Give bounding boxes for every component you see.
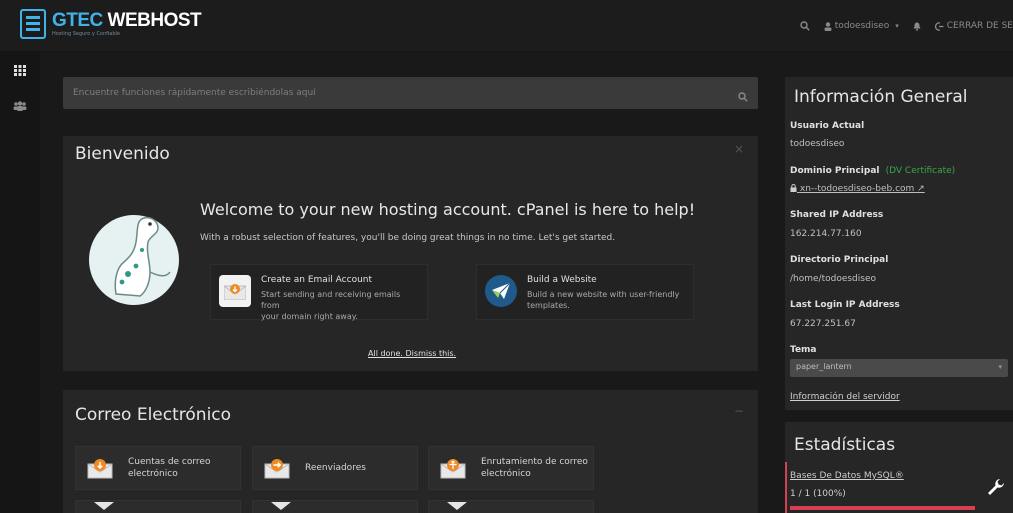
envelope-icon — [447, 502, 467, 512]
dinosaur-mascot — [88, 202, 180, 314]
mysql-databases-value: 1 / 1 (100%) — [790, 489, 846, 499]
chevron-down-icon: ▾ — [998, 363, 1002, 371]
email-tool-partial[interactable] — [75, 500, 241, 513]
tool-label: Enrutamiento de correo — [481, 457, 588, 467]
shared-ip-value: 162.214.77.160 — [790, 229, 862, 239]
bell-icon[interactable] — [913, 22, 921, 31]
home-directory-label: Directorio Principal — [790, 255, 889, 265]
grid-icon — [14, 64, 26, 76]
envelope-icon — [94, 502, 114, 512]
collapse-icon[interactable]: − — [734, 404, 744, 418]
mysql-usage-bar-fill — [790, 506, 975, 510]
brand-title-main: WEBHOST — [102, 10, 202, 31]
primary-domain-value[interactable]: xn--todoesdiseo-beb.com ↗ — [790, 184, 925, 194]
feature-search — [63, 77, 758, 109]
envelope-icon — [271, 502, 291, 512]
mysql-usage-bar — [790, 506, 975, 510]
shared-ip-label: Shared IP Address — [790, 210, 884, 220]
email-accounts-tool[interactable]: Cuentas de correo electrónico — [75, 446, 241, 490]
brand-logo[interactable]: GTEC WEBHOST Hosting Seguro y Confiable — [20, 9, 202, 39]
email-envelope-icon — [219, 275, 251, 307]
card-desc-line: Build a new website with user-friendly — [527, 290, 680, 299]
logout-label: CERRAR DE SE — [946, 21, 1013, 31]
brand-title-accent: GTEC — [52, 10, 103, 31]
paper-plane-icon — [485, 275, 517, 307]
lock-icon — [790, 184, 797, 192]
forwarders-tool[interactable]: Reenviadores — [252, 446, 418, 490]
theme-select[interactable]: paper_lantern ▾ — [790, 359, 1008, 377]
theme-label: Tema — [790, 345, 817, 355]
tool-label: electrónico — [128, 469, 178, 479]
card-desc-line: your domain right away. — [261, 312, 358, 321]
primary-domain-label-text: Dominio Principal — [790, 166, 880, 176]
dismiss-link[interactable]: All done. Dismiss this. — [368, 349, 456, 358]
card-desc-line: templates. — [527, 301, 570, 310]
top-navbar: GTEC WEBHOST Hosting Seguro y Confiable … — [0, 0, 1013, 52]
logout-button[interactable]: CERRAR DE SE — [934, 21, 1013, 31]
card-description: Build a new website with user-friendly te… — [527, 289, 679, 311]
primary-domain-label: Dominio Principal (DV Certificate) — [790, 166, 955, 176]
envelope-forward-icon — [261, 452, 293, 484]
email-tool-partial[interactable] — [252, 500, 418, 513]
welcome-headline: Welcome to your new hosting account. cPa… — [200, 200, 696, 219]
build-website-card[interactable]: Build a Website Build a new website with… — [476, 264, 694, 320]
domain-link[interactable]: xn--todoesdiseo-beb.com — [800, 184, 914, 194]
card-desc-line: Start sending and receiving emails from — [261, 290, 401, 310]
user-icon — [824, 21, 832, 31]
grid-view-button[interactable] — [0, 52, 40, 88]
server-info-link[interactable]: Información del servidor — [790, 392, 900, 402]
logout-icon — [934, 21, 944, 31]
email-tool-partial[interactable] — [428, 500, 594, 513]
server-logo-icon — [20, 9, 46, 39]
envelope-download-icon — [84, 452, 116, 484]
welcome-subtext: With a robust selection of features, you… — [200, 233, 616, 243]
external-link-icon: ↗ — [917, 184, 925, 194]
home-directory-value: /home/todoesdiseo — [790, 274, 877, 284]
wrench-icon[interactable] — [986, 477, 1006, 501]
email-section-title: Correo Electrónico — [75, 405, 232, 425]
tool-label: Cuentas de correo — [128, 457, 211, 467]
statistics-title: Estadísticas — [794, 435, 896, 455]
last-login-ip-value: 67.227.251.67 — [790, 319, 856, 329]
statistics-panel: Estadísticas Bases De Datos MySQL® 1 / 1… — [785, 422, 1013, 513]
brand-subtitle: Hosting Seguro y Confiable — [52, 31, 121, 37]
user-menu[interactable]: todoesdiseo ▾ — [824, 21, 899, 31]
chevron-down-icon: ▾ — [895, 22, 899, 30]
left-sidebar — [0, 52, 40, 513]
tool-label: electrónico — [481, 469, 531, 479]
card-description: Start sending and receiving emails from y… — [261, 289, 419, 322]
general-info-title: Información General — [794, 87, 968, 107]
users-button[interactable] — [0, 88, 40, 124]
stat-alert-marker — [785, 462, 787, 513]
current-user-label: Usuario Actual — [790, 121, 865, 131]
create-email-card[interactable]: Create an Email Account Start sending an… — [210, 264, 428, 322]
mysql-databases-link[interactable]: Bases De Datos MySQL® — [790, 471, 904, 481]
email-routing-tool[interactable]: Enrutamiento de correo electrónico — [428, 446, 594, 490]
card-title: Create an Email Account — [261, 275, 373, 285]
search-icon[interactable] — [800, 21, 810, 31]
close-icon[interactable]: × — [734, 142, 744, 156]
envelope-route-icon — [437, 452, 469, 484]
username-label: todoesdiseo — [834, 21, 890, 31]
current-user-value: todoesdiseo — [790, 139, 845, 149]
search-input[interactable] — [63, 77, 758, 109]
card-title: Build a Website — [527, 275, 597, 285]
theme-value: paper_lantern — [796, 362, 852, 371]
dv-certificate-badge[interactable]: (DV Certificate) — [886, 166, 956, 176]
brand-title: GTEC WEBHOST — [52, 10, 202, 31]
users-icon — [13, 101, 27, 111]
general-info-panel: Información General Usuario Actual todoe… — [785, 77, 1013, 410]
tool-label: Reenviadores — [305, 463, 366, 473]
search-icon[interactable] — [738, 87, 748, 106]
last-login-ip-label: Last Login IP Address — [790, 300, 900, 310]
welcome-title: Bienvenido — [75, 144, 170, 164]
